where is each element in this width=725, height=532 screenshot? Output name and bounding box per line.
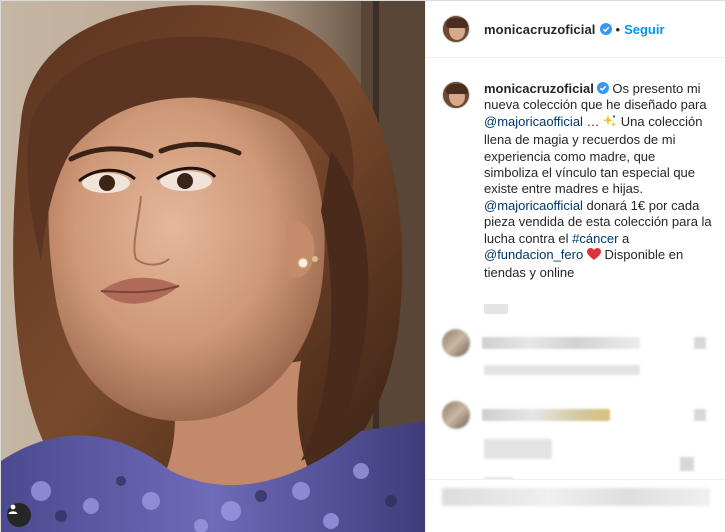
post-header: monicacruzoficial • Seguir (426, 1, 725, 58)
list-item (442, 400, 712, 429)
blurred-action-bar (442, 488, 710, 506)
list-item (442, 328, 712, 357)
caption-avatar[interactable] (442, 81, 470, 109)
caption-part-2: … (582, 113, 604, 129)
like-icon[interactable] (694, 408, 706, 421)
blurred-comment-text (482, 336, 640, 349)
user-tag-icon[interactable] (7, 503, 31, 527)
caption-text: monicacruzoficial Os presento mi nueva c… (484, 81, 712, 282)
red-heart-icon (586, 248, 601, 265)
comment-avatar[interactable] (442, 328, 470, 357)
hashtag-cancer[interactable]: #cáncer (572, 231, 618, 246)
mention-majoricaofficial[interactable]: @majoricaofficial (484, 114, 583, 129)
comments-section: monicacruzoficial Os presento mi nueva c… (426, 59, 725, 479)
caption: monicacruzoficial Os presento mi nueva c… (442, 81, 712, 282)
mention-fundacion-fero[interactable]: @fundacion_fero (484, 247, 583, 262)
mention-majoricaofficial-2[interactable]: @majoricaofficial (484, 198, 583, 213)
verified-badge-icon (599, 23, 612, 35)
separator-dot: • (615, 21, 621, 37)
blurred-comment-meta (484, 438, 552, 459)
like-icon[interactable] (680, 456, 694, 471)
post-username[interactable]: monicacruzoficial (484, 22, 596, 37)
caption-username[interactable]: monicacruzoficial (484, 81, 594, 96)
portrait-image (1, 1, 425, 532)
blurred-comment-text (482, 408, 610, 421)
blurred-comment-meta (484, 364, 640, 375)
avatar[interactable] (442, 15, 470, 43)
blurred-timestamp (484, 303, 508, 314)
sparkles-icon (603, 114, 617, 132)
caption-part-5: a (618, 230, 630, 246)
like-icon[interactable] (694, 336, 706, 349)
post-photo[interactable] (1, 1, 425, 532)
post-actions (426, 479, 725, 532)
comment-avatar[interactable] (442, 400, 470, 429)
post-details-panel: monicacruzoficial • Seguir monicacruzofi… (425, 1, 725, 532)
verified-badge-icon (596, 82, 609, 94)
instagram-post-window: monicacruzoficial • Seguir monicacruzofi… (0, 0, 725, 532)
blurred-comments (442, 303, 712, 479)
follow-button[interactable]: Seguir (624, 22, 664, 37)
